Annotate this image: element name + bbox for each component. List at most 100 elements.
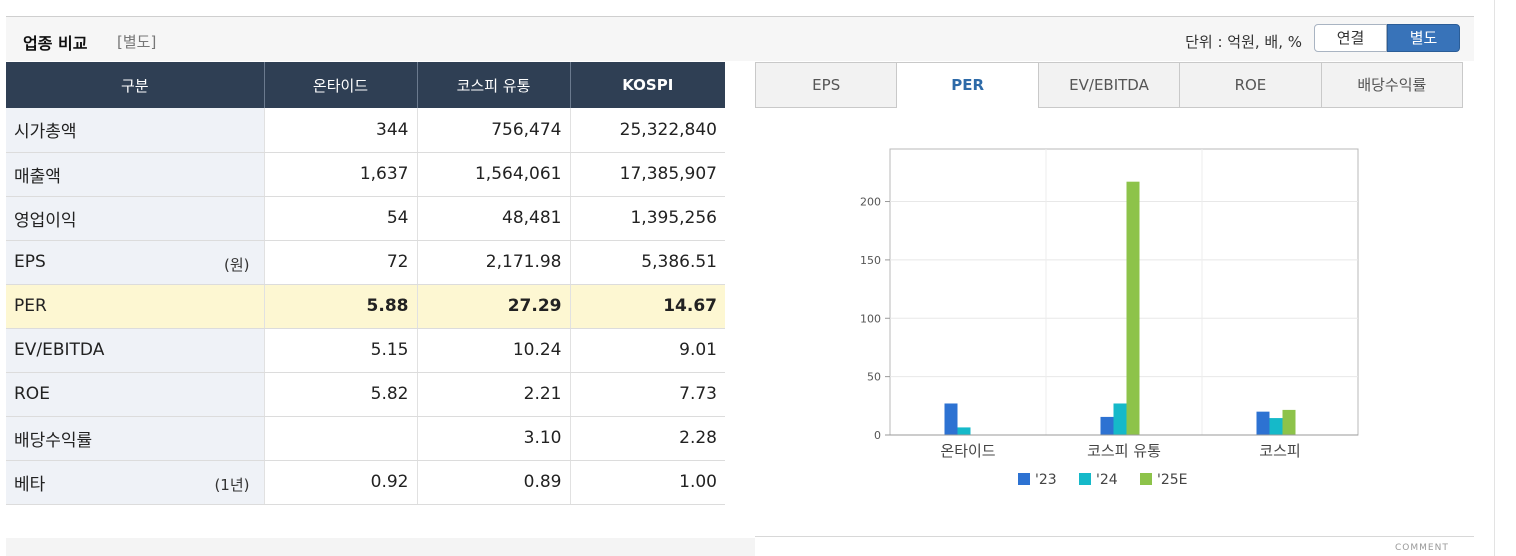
x-tick-label: 코스피 [1259, 442, 1300, 460]
table-row: 영업이익 54 48,481 1,395,256 [6, 196, 725, 241]
plot-frame [889, 148, 1359, 436]
comment-link[interactable]: COMMENT [1395, 543, 1449, 553]
table-cell: 5.15 [264, 328, 418, 373]
table-cell: 344 [264, 108, 418, 153]
scroll-edge [1494, 0, 1495, 556]
table-row: EV/EBITDA 5.15 10.24 9.01 [6, 328, 725, 373]
row-label: 영업이익 [6, 196, 265, 241]
bar [1113, 403, 1127, 435]
column-header: KOSPI [570, 62, 725, 108]
tab-eps[interactable]: EPS [755, 62, 898, 108]
column-header: 구분 [6, 62, 265, 108]
legend-swatch [1079, 473, 1091, 485]
table-cell: 25,322,840 [570, 108, 725, 153]
table-cell: 0.92 [264, 460, 418, 505]
consolidation-toggle: 연결 별도 [1314, 24, 1460, 52]
table-cell: 2.21 [417, 372, 571, 417]
row-label: 배당수익률 [6, 416, 265, 461]
bar [1100, 416, 1114, 435]
table-cell: 14.67 [570, 284, 725, 329]
toggle-separate-button[interactable]: 별도 [1387, 24, 1460, 52]
table-cell: 27.29 [417, 284, 571, 329]
metric-tabs: EPS PER EV/EBITDA ROE 배당수익률 [755, 62, 1464, 108]
table-cell: 1.00 [570, 460, 725, 505]
bar [1282, 409, 1296, 435]
row-label: 베타 (1년) [6, 460, 265, 505]
legend-label: '25E [1157, 472, 1188, 488]
table-row: 베타 (1년) 0.92 0.89 1.00 [6, 460, 725, 505]
x-tick-label: 온타이드 [940, 442, 995, 460]
section-header: 업종 비교 [별도] 단위 : 억원, 배, % 연결 별도 [6, 17, 1474, 61]
bar [957, 427, 971, 435]
bar [1256, 411, 1270, 435]
table-cell: 756,474 [417, 108, 571, 153]
legend-swatch [1140, 473, 1152, 485]
table-cell: 0.89 [417, 460, 571, 505]
tab-roe[interactable]: ROE [1180, 62, 1322, 108]
y-tick-label: 0 [874, 429, 881, 442]
table-cell: 1,395,256 [570, 196, 725, 241]
tab-dividend-yield[interactable]: 배당수익률 [1321, 62, 1464, 108]
bar [1269, 418, 1283, 435]
y-tick-label: 150 [860, 254, 881, 267]
row-label: 매출액 [6, 152, 265, 197]
table-header-row: 구분 온타이드 코스피 유통 KOSPI [6, 62, 725, 108]
row-label-text: 시가총액 [14, 122, 77, 143]
table-cell: 17,385,907 [570, 152, 725, 197]
table-cell [264, 416, 418, 461]
toggle-consolidated-button[interactable]: 연결 [1314, 24, 1387, 52]
row-unit: (원) [223, 255, 250, 274]
table-row: 배당수익률 3.10 2.28 [6, 416, 725, 461]
table-row: ROE 5.82 2.21 7.73 [6, 372, 725, 417]
table-cell: 1,637 [264, 152, 418, 197]
table-cell: 2,171.98 [417, 240, 571, 285]
column-header: 온타이드 [264, 62, 418, 108]
legend-label: '23 [1035, 472, 1057, 488]
row-label-text: EPS [14, 252, 46, 272]
column-header: 코스피 유통 [417, 62, 571, 108]
per-chart-area: 0 50 100 150 200 온타이드 코스피 유통 코스피 '23 '24 '25E [755, 108, 1474, 536]
row-label-text: 배당수익률 [14, 430, 93, 451]
tab-ev-ebitda[interactable]: EV/EBITDA [1038, 62, 1181, 108]
table-cell: 5.82 [264, 372, 418, 417]
row-label-text: 베타 [14, 474, 46, 495]
row-label: PER [6, 284, 265, 329]
row-label: 시가총액 [6, 108, 265, 153]
table-cell: 2.28 [570, 416, 725, 461]
row-label-text: 매출액 [14, 166, 61, 187]
y-tick-label: 200 [860, 196, 881, 209]
row-label-text: EV/EBITDA [14, 340, 105, 360]
row-label-text: ROE [14, 384, 50, 404]
row-label-text: PER [14, 296, 47, 316]
comparison-table: 구분 온타이드 코스피 유통 KOSPI 시가총액 344 756,474 25,32… [6, 62, 725, 505]
table-cell: 10.24 [417, 328, 571, 373]
row-label: ROE [6, 372, 265, 417]
row-label-text: 영업이익 [14, 210, 77, 231]
table-cell: 7.73 [570, 372, 725, 417]
row-unit: (1년) [214, 475, 250, 494]
table-cell: 9.01 [570, 328, 725, 373]
table-row: PER 5.88 27.29 14.67 [6, 284, 725, 329]
table-cell: 5.88 [264, 284, 418, 329]
x-tick-label: 코스피 유통 [1087, 442, 1161, 460]
table-cell: 5,386.51 [570, 240, 725, 285]
tab-per[interactable]: PER [897, 62, 1039, 108]
table-cell: 1,564,061 [417, 152, 571, 197]
table-cell: 72 [264, 240, 418, 285]
y-tick-label: 50 [867, 371, 881, 384]
bar [1126, 181, 1140, 435]
table-cell: 48,481 [417, 196, 571, 241]
legend-swatch [1018, 473, 1030, 485]
table-row: EPS (원) 72 2,171.98 5,386.51 [6, 240, 725, 285]
per-bar-chart: 0 50 100 150 200 온타이드 코스피 유통 코스피 '23 '24 '25E [860, 148, 1359, 488]
row-label: EPS (원) [6, 240, 265, 285]
legend-label: '24 [1096, 472, 1118, 488]
row-label: EV/EBITDA [6, 328, 265, 373]
table-cell: 3.10 [417, 416, 571, 461]
table-row: 시가총액 344 756,474 25,322,840 [6, 108, 725, 153]
section-title: 업종 비교 [23, 34, 88, 53]
footer-bar [6, 538, 755, 556]
unit-label: 단위 : 억원, 배, % [1185, 33, 1302, 51]
bar [944, 403, 958, 435]
chart-divider [755, 536, 1474, 537]
